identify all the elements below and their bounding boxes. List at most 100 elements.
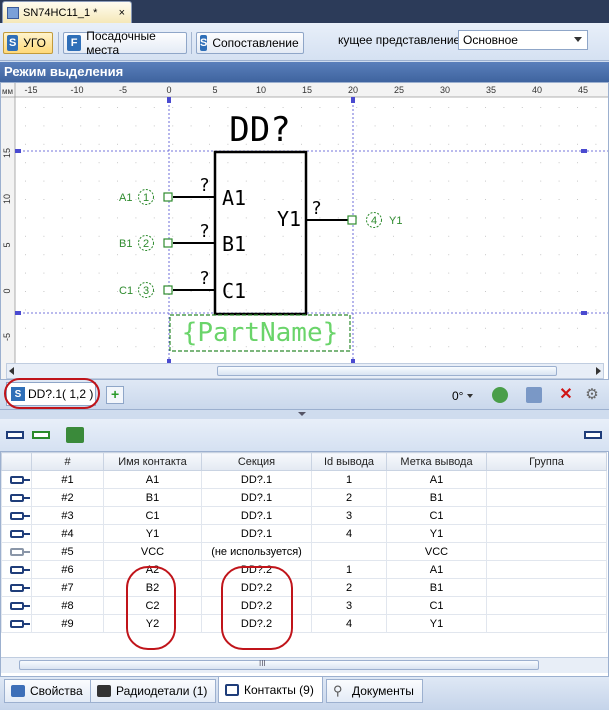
cell-section[interactable]: DD?.2: [201, 614, 312, 633]
scroll-left-icon[interactable]: [9, 367, 14, 375]
ugo-button[interactable]: S УГО: [3, 32, 53, 54]
cell-section[interactable]: DD?.1: [201, 506, 312, 525]
pin-endpoint[interactable]: [163, 285, 173, 295]
cell-pin-name[interactable]: B2: [103, 578, 202, 597]
table-row[interactable]: #1 A1 DD?.1 1 A1: [1, 470, 607, 489]
pin-endpoint[interactable]: [347, 215, 357, 225]
cell-pin-id[interactable]: [311, 542, 387, 561]
cell-num[interactable]: #9: [31, 614, 104, 633]
table-row[interactable]: #2 B1 DD?.1 2 B1: [1, 488, 607, 507]
scroll-right-icon[interactable]: [596, 367, 601, 375]
cell-num[interactable]: #1: [31, 470, 104, 489]
column-header-pin-name[interactable]: Имя контакта: [103, 452, 202, 471]
cell-num[interactable]: #8: [31, 596, 104, 615]
table-row[interactable]: #4 Y1 DD?.1 4 Y1: [1, 524, 607, 543]
pin-left[interactable]: 2 B1? B1: [119, 221, 246, 256]
refresh-icon[interactable]: [492, 387, 508, 403]
pin-endpoint[interactable]: [163, 238, 173, 248]
column-header-section[interactable]: Секция: [201, 452, 312, 471]
column-header-pin-label[interactable]: Метка вывода: [386, 452, 487, 471]
canvas-horizontal-scrollbar[interactable]: [6, 363, 604, 379]
cell-pin-label[interactable]: A1: [386, 470, 487, 489]
panel-splitter[interactable]: [0, 410, 609, 419]
tab-components[interactable]: Радиодетали (1): [90, 679, 217, 703]
gear-icon[interactable]: ⚙: [584, 387, 600, 403]
cell-group[interactable]: [486, 470, 607, 489]
pin-left[interactable]: 3 C1? C1: [119, 268, 246, 303]
document-tab[interactable]: SN74HC11_1 * ×: [2, 1, 132, 23]
cell-section[interactable]: DD?.1: [201, 524, 312, 543]
scrollbar-thumb[interactable]: [19, 660, 539, 670]
column-header-num[interactable]: #: [31, 452, 104, 471]
cell-pin-label[interactable]: Y1: [386, 614, 487, 633]
tab-contacts[interactable]: Контакты (9): [218, 677, 323, 703]
cell-pin-id[interactable]: 3: [311, 596, 387, 615]
cell-pin-name[interactable]: A1: [103, 470, 202, 489]
cell-group[interactable]: [486, 596, 607, 615]
cell-pin-label[interactable]: C1: [386, 596, 487, 615]
column-header-pin-id[interactable]: Id вывода: [311, 452, 387, 471]
cell-pin-name[interactable]: VCC: [103, 542, 202, 561]
section-tab[interactable]: S DD?.1( 1,2 ): [6, 382, 96, 406]
close-icon[interactable]: ×: [119, 7, 125, 19]
cell-section[interactable]: DD?.2: [201, 560, 312, 579]
cell-pin-label[interactable]: C1: [386, 506, 487, 525]
table-row[interactable]: #3 C1 DD?.1 3 C1: [1, 506, 607, 525]
cell-num[interactable]: #2: [31, 488, 104, 507]
cell-group[interactable]: [486, 506, 607, 525]
cell-pin-name[interactable]: A2: [103, 560, 202, 579]
pin-endpoint[interactable]: [163, 192, 173, 202]
import-pins-icon[interactable]: [66, 427, 84, 443]
cell-num[interactable]: #3: [31, 506, 104, 525]
cell-group[interactable]: [486, 542, 607, 561]
delete-icon[interactable]: ✕: [558, 387, 574, 403]
cell-pin-id[interactable]: 4: [311, 524, 387, 543]
copy-icon[interactable]: [526, 387, 542, 403]
cell-num[interactable]: #5: [31, 542, 104, 561]
table-row[interactable]: #8 C2 DD?.2 3 C1: [1, 596, 607, 615]
cell-pin-label[interactable]: B1: [386, 578, 487, 597]
cell-pin-id[interactable]: 2: [311, 488, 387, 507]
cell-pin-id[interactable]: 4: [311, 614, 387, 633]
cell-num[interactable]: #4: [31, 524, 104, 543]
cell-group[interactable]: [486, 524, 607, 543]
cell-pin-id[interactable]: 1: [311, 560, 387, 579]
cell-pin-id[interactable]: 3: [311, 506, 387, 525]
cell-pin-label[interactable]: Y1: [386, 524, 487, 543]
cell-pin-label[interactable]: B1: [386, 488, 487, 507]
cell-pin-name[interactable]: C2: [103, 596, 202, 615]
cell-section[interactable]: (не используется): [201, 542, 312, 561]
add-pin-icon[interactable]: [6, 431, 24, 439]
cell-group[interactable]: [486, 488, 607, 507]
tab-properties[interactable]: Свойства: [4, 679, 92, 703]
cell-section[interactable]: DD?.1: [201, 488, 312, 507]
pin-right[interactable]: 4 Y1? Y1: [277, 198, 402, 231]
tab-documents[interactable]: ⚲ Документы: [326, 679, 423, 703]
table-row[interactable]: #7 B2 DD?.2 2 B1: [1, 578, 607, 597]
cell-section[interactable]: DD?.2: [201, 578, 312, 597]
column-header-group[interactable]: Группа: [486, 452, 607, 471]
scrollbar-thumb[interactable]: [217, 366, 557, 376]
symbol-canvas[interactable]: -15-10-505101520253035404550 151050-5 мм…: [0, 82, 609, 380]
table-row[interactable]: #5 VCC (не используется) VCC: [1, 542, 607, 561]
cell-pin-name[interactable]: Y1: [103, 524, 202, 543]
cell-section[interactable]: DD?.2: [201, 596, 312, 615]
footprints-button[interactable]: F Посадочные места: [63, 29, 187, 57]
table-row[interactable]: #9 Y2 DD?.2 4 Y1: [1, 614, 607, 633]
cell-section[interactable]: DD?.1: [201, 470, 312, 489]
pin-settings-icon[interactable]: [584, 431, 602, 439]
cell-pin-name[interactable]: C1: [103, 506, 202, 525]
chevron-down-icon[interactable]: [298, 412, 306, 416]
part-name-label[interactable]: {PartName}: [182, 318, 339, 348]
mapping-button[interactable]: S Сопоставление: [196, 32, 304, 54]
cell-pin-id[interactable]: 2: [311, 578, 387, 597]
table-row[interactable]: #6 A2 DD?.2 1 A1: [1, 560, 607, 579]
cell-num[interactable]: #6: [31, 560, 104, 579]
cell-pin-label[interactable]: A1: [386, 560, 487, 579]
rotation-select[interactable]: 0°: [452, 387, 484, 405]
table-horizontal-scrollbar[interactable]: III: [1, 657, 608, 673]
cell-num[interactable]: #7: [31, 578, 104, 597]
cell-group[interactable]: [486, 614, 607, 633]
cell-pin-label[interactable]: VCC: [386, 542, 487, 561]
cell-pin-id[interactable]: 1: [311, 470, 387, 489]
